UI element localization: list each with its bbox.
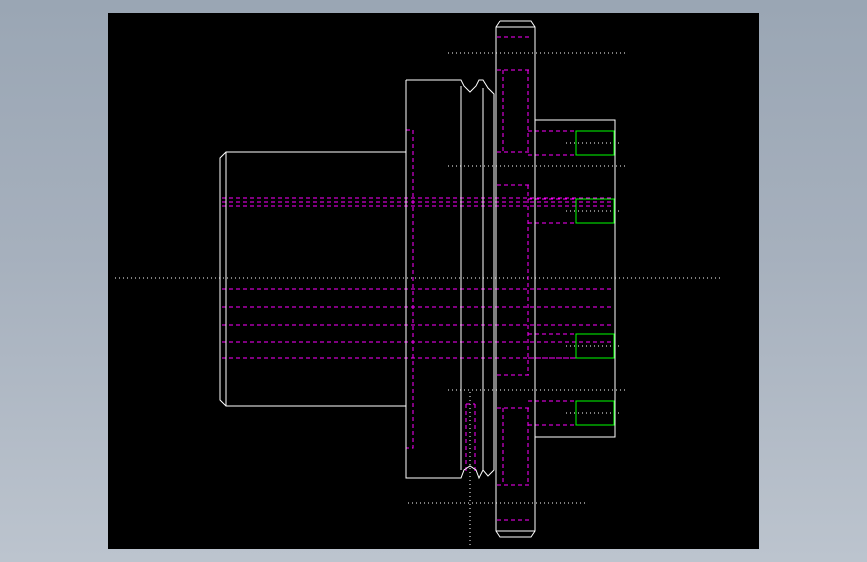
middle-body-outline [405,79,495,480]
left-hub-outline [219,151,406,407]
visible-outline [219,20,616,538]
flange-coupling-drawing [115,20,720,545]
flange-outline [495,20,536,538]
centerlines [115,52,720,545]
